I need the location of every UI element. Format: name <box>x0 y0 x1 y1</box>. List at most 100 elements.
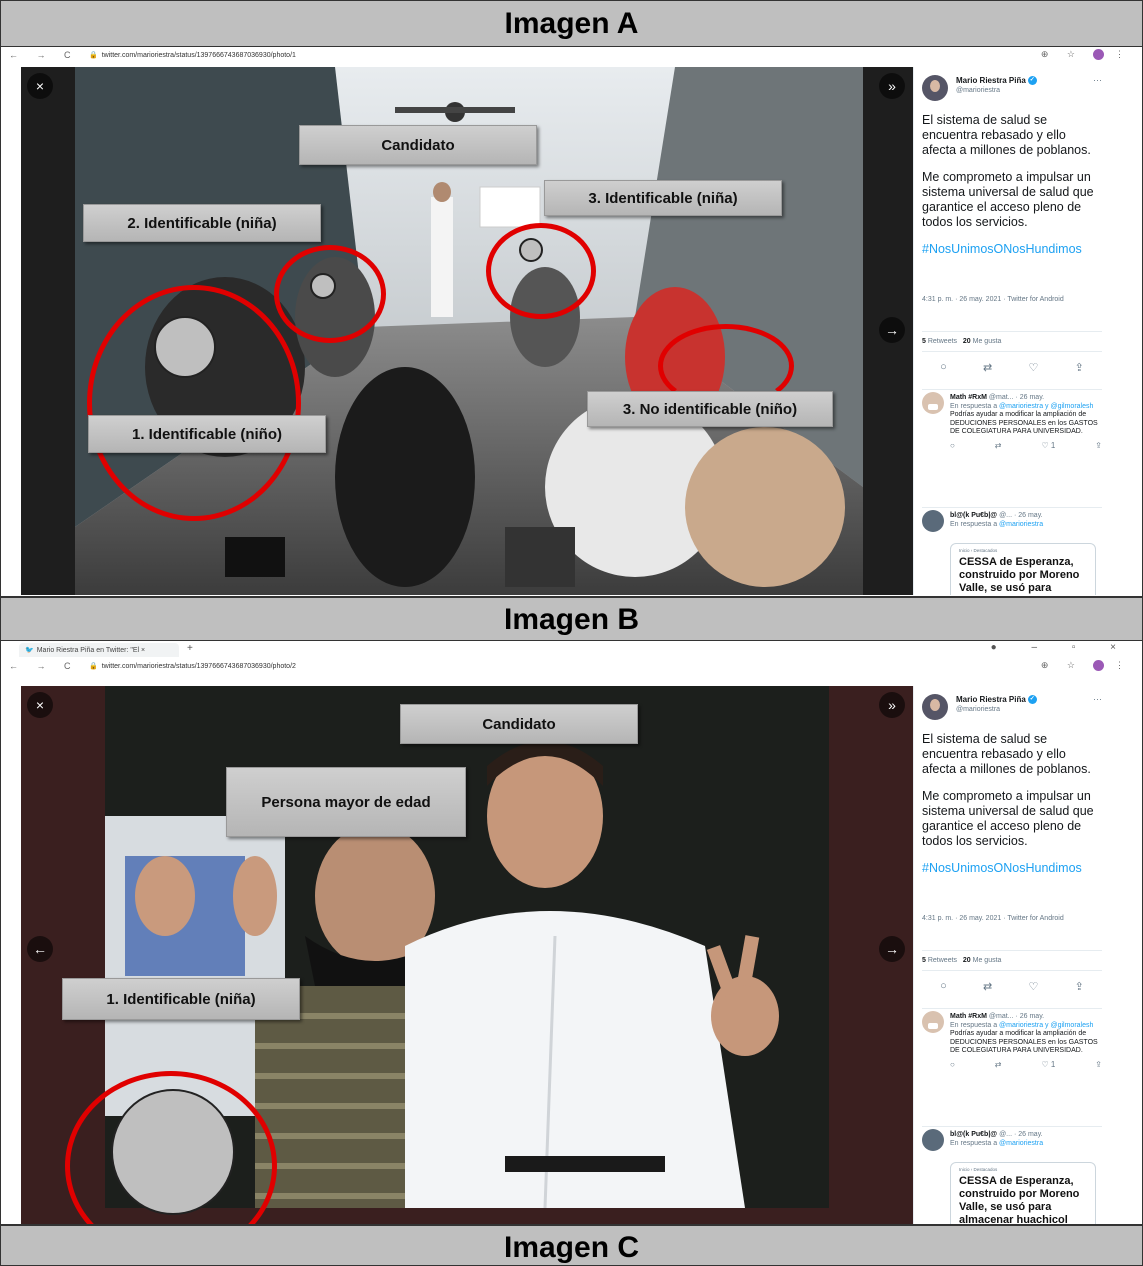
reply-mention[interactable]: @marioriestra y @gilmoralesh <box>999 1022 1093 1029</box>
profile-avatar-icon[interactable] <box>1093 660 1105 672</box>
reply-name[interactable]: Math #RxM <box>950 394 987 401</box>
retweets-count[interactable]: 5 <box>922 957 926 964</box>
new-tab-icon[interactable]: + <box>187 643 193 654</box>
expand-icon[interactable]: » <box>879 692 905 718</box>
reply-item[interactable]: bl@(k Pu€b|@ @... · 26 may. En respuesta… <box>922 507 1102 532</box>
retweets-count[interactable]: 5 <box>922 338 926 345</box>
browser-nav-icons[interactable]: ← → C <box>9 50 79 60</box>
author-handle[interactable]: @marioriestra <box>956 706 1000 713</box>
expand-icon[interactable]: » <box>879 73 905 99</box>
next-arrow-icon[interactable]: → <box>879 936 905 962</box>
more-icon[interactable]: ··· <box>1093 75 1102 85</box>
prev-arrow-icon[interactable]: ← <box>27 936 53 962</box>
annotation-id1: 1. Identificable (niña) <box>62 978 300 1020</box>
panel-a: ← → C 🔒 twitter.com/marioriestra/status/1… <box>0 47 1143 597</box>
reply-icon[interactable]: ○ <box>940 361 947 374</box>
next-arrow-icon[interactable]: → <box>879 317 905 343</box>
browser-toolbar-right[interactable]: ⊕ ☆ ⋮ <box>1041 49 1132 61</box>
address-bar[interactable]: 🔒 twitter.com/marioriestra/status/1397666… <box>89 662 296 670</box>
browser-nav-icons[interactable]: ← → C <box>9 661 79 671</box>
reply-name[interactable]: bl@(k Pu€b|@ <box>950 512 997 519</box>
author-avatar[interactable] <box>922 694 948 720</box>
like-icon[interactable]: ♡ <box>1029 980 1039 993</box>
window-controls[interactable]: ● – ▫ × <box>991 642 1132 653</box>
tweet-sidebar: Mario Riestra Piña ✓ @marioriestra ··· El… <box>913 67 1109 595</box>
tweet-author: Mario Riestra Piña ✓ @marioriestra ··· <box>922 694 1102 724</box>
close-icon[interactable]: × <box>27 73 53 99</box>
twitter-bird-icon: 🐦 <box>25 647 34 654</box>
link-card[interactable]: Inicio › Destacados CESSA de Esperanza, … <box>950 543 1096 595</box>
reply-mention[interactable]: @marioriestra <box>999 521 1043 528</box>
retweet-icon[interactable]: ⇄ <box>995 441 1002 451</box>
reply-icon[interactable]: ○ <box>950 1060 955 1070</box>
panel-title: Imagen C <box>503 1231 640 1264</box>
tweet-paragraph: Me comprometo a impulsar un sistema univ… <box>922 789 1094 848</box>
more-icon[interactable]: ··· <box>1093 694 1102 704</box>
address-bar[interactable]: 🔒 twitter.com/marioriestra/status/1397666… <box>89 51 296 59</box>
card-label: Inicio › Destacados <box>959 1167 998 1172</box>
likes-count[interactable]: 20 <box>963 957 971 964</box>
url-text: twitter.com/marioriestra/status/13976667… <box>101 52 296 59</box>
tweet-paragraph: El sistema de salud se encuentra rebasad… <box>922 732 1091 776</box>
hashtag-link[interactable]: #NosUnimosONosHundimos <box>922 861 1102 876</box>
close-icon[interactable]: × <box>27 692 53 718</box>
like-icon[interactable]: ♡ 1 <box>1041 1060 1055 1070</box>
retweet-icon[interactable]: ⇄ <box>995 1060 1002 1070</box>
retweet-icon[interactable]: ⇄ <box>983 361 992 374</box>
tab-title: Mario Riestra Piña en Twitter: "El <box>36 647 140 654</box>
lock-icon: 🔒 <box>89 663 98 670</box>
share-icon[interactable]: ⇪ <box>1075 361 1084 374</box>
reply-item[interactable]: bl@(k Pu€b|@ @... · 26 may. En respuesta… <box>922 1126 1102 1151</box>
annotation-mayor: Persona mayor de edad <box>226 767 466 837</box>
tweet-body: El sistema de salud se encuentra rebasad… <box>922 732 1102 888</box>
browser-toolbar-right[interactable]: ⊕ ☆ ⋮ <box>1041 660 1132 672</box>
browser-tab[interactable]: 🐦 Mario Riestra Piña en Twitter: "El × <box>19 643 179 657</box>
browser-urlbar: ← → C 🔒 twitter.com/marioriestra/status/1… <box>1 47 1142 65</box>
tweet-paragraph: Me comprometo a impulsar un sistema univ… <box>922 170 1094 229</box>
reply-mention[interactable]: @marioriestra y @gilmoralesh <box>999 403 1093 410</box>
reply-prefix: En respuesta a <box>950 402 998 410</box>
reply-item[interactable]: Math #RxM @mat... · 26 may. En respuesta… <box>922 389 1102 450</box>
share-icon[interactable]: ⇪ <box>1095 441 1102 451</box>
panel-title: Imagen B <box>503 603 640 636</box>
panel-header-b: Imagen B <box>0 597 1143 641</box>
face-blur <box>154 316 216 378</box>
share-icon[interactable]: ⇪ <box>1075 980 1084 993</box>
author-name[interactable]: Mario Riestra Piña ✓ <box>956 695 1037 705</box>
reply-text: Podrías ayudar a modificar la ampliación… <box>950 1030 1098 1054</box>
reply-name[interactable]: bl@(k Pu€b|@ <box>950 1131 997 1138</box>
reply-item[interactable]: Math #RxM @mat... · 26 may. En respuesta… <box>922 1008 1102 1069</box>
tweet-meta: 4:31 p. m. · 26 may. 2021 · Twitter for … <box>922 296 1064 303</box>
like-icon[interactable]: ♡ 1 <box>1041 441 1055 451</box>
url-text: twitter.com/marioriestra/status/13976667… <box>101 663 296 670</box>
reply-mention[interactable]: @marioriestra <box>999 1140 1043 1147</box>
reply-prefix: En respuesta a <box>950 1139 998 1147</box>
hashtag-link[interactable]: #NosUnimosONosHundimos <box>922 242 1102 257</box>
card-label: Inicio › Destacados <box>959 548 998 553</box>
author-avatar[interactable] <box>922 75 948 101</box>
verified-icon: ✓ <box>1027 695 1037 705</box>
share-icon[interactable]: ⇪ <box>1095 1060 1102 1070</box>
reply-handle-date: @mat... · 26 may. <box>988 394 1045 401</box>
like-icon[interactable]: ♡ <box>1029 361 1039 374</box>
reply-name[interactable]: Math #RxM <box>950 1013 987 1020</box>
card-title: CESSA de Esperanza, construido por Moren… <box>959 1175 1080 1224</box>
likes-count[interactable]: 20 <box>963 338 971 345</box>
card-title: CESSA de Esperanza, construido por Moren… <box>959 556 1080 594</box>
reply-icon[interactable]: ○ <box>950 441 955 451</box>
reply-avatar[interactable] <box>922 1011 944 1033</box>
author-handle[interactable]: @marioriestra <box>956 87 1000 94</box>
lock-icon: 🔒 <box>89 52 98 59</box>
profile-avatar-icon[interactable] <box>1093 49 1105 61</box>
author-name[interactable]: Mario Riestra Piña ✓ <box>956 76 1037 86</box>
link-card[interactable]: Inicio › Destacados CESSA de Esperanza, … <box>950 1162 1096 1224</box>
reply-avatar[interactable] <box>922 510 944 532</box>
reply-icon[interactable]: ○ <box>940 980 947 993</box>
reply-avatar[interactable] <box>922 1129 944 1151</box>
reply-avatar[interactable] <box>922 392 944 414</box>
retweets-label: Retweets <box>927 338 958 345</box>
retweet-icon[interactable]: ⇄ <box>983 980 992 993</box>
annotation-ring-id3 <box>486 223 596 319</box>
reply-prefix: En respuesta a <box>950 520 998 528</box>
tweet-stats: 5 Retweets 20 Me gusta <box>922 950 1102 971</box>
